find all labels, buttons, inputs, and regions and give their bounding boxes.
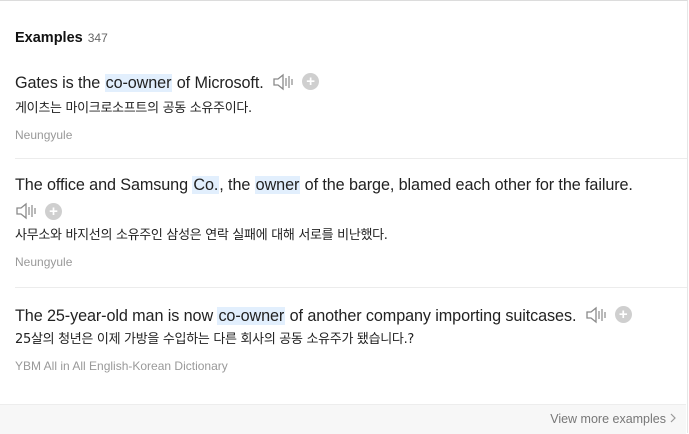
example-icons: + xyxy=(15,201,687,221)
chevron-right-icon xyxy=(670,412,676,426)
example-text: of Microsoft. xyxy=(172,74,264,92)
divider xyxy=(15,287,687,288)
highlight-term: owner xyxy=(254,176,301,194)
plus-icon[interactable]: + xyxy=(302,73,320,91)
view-more-label: View more examples xyxy=(550,412,666,426)
highlight-term: co-owner xyxy=(217,307,286,325)
example-korean: 사무소와 바지선의 소유주인 삼성은 연락 실패에 대해 서로를 비난했다. xyxy=(15,228,388,243)
example-source: Neungyule xyxy=(15,128,73,142)
highlight-term: co-owner xyxy=(104,74,173,92)
view-more-examples-link[interactable]: View more examples xyxy=(550,412,676,426)
example-item: Gates is the co-owner of Microsoft. + 게이… xyxy=(15,72,687,143)
example-text: , the xyxy=(219,176,255,194)
example-item: The office and Samsung Co., the owner of… xyxy=(15,174,687,270)
example-text: of another company importing suitcases. xyxy=(285,307,577,325)
examples-header: Examples 347 xyxy=(15,30,108,46)
speaker-icon[interactable] xyxy=(272,72,296,92)
example-text: of the barge, blamed each other for the … xyxy=(300,176,633,194)
example-source: Neungyule xyxy=(15,255,73,269)
example-english: Gates is the co-owner of Microsoft. + xyxy=(15,72,687,94)
examples-count: 347 xyxy=(87,31,108,45)
example-text: The office and Samsung xyxy=(15,176,193,194)
example-english: The office and Samsung Co., the owner of… xyxy=(15,174,687,196)
highlight-term: Co. xyxy=(192,176,220,194)
example-item: The 25-year-old man is now co-owner of a… xyxy=(15,305,687,374)
example-text: Gates is the xyxy=(15,74,105,92)
examples-title: Examples xyxy=(15,30,83,46)
divider xyxy=(15,158,687,159)
plus-icon[interactable]: + xyxy=(614,306,632,324)
example-korean: 게이츠는 마이크로소프트의 공동 소유주이다. xyxy=(15,101,252,116)
plus-icon[interactable]: + xyxy=(45,202,62,220)
speaker-icon[interactable] xyxy=(585,305,609,325)
example-text: The 25-year-old man is now xyxy=(15,307,218,325)
examples-footer: View more examples xyxy=(0,404,686,434)
example-korean: 25살의 청년은 이제 가방을 수입하는 다른 회사의 공동 소유주가 됐습니다… xyxy=(15,332,415,347)
examples-panel: Examples 347 Gates is the co-owner of Mi… xyxy=(0,0,688,434)
example-source: YBM All in All English-Korean Dictionary xyxy=(15,359,228,373)
speaker-icon[interactable] xyxy=(15,201,39,221)
example-english: The 25-year-old man is now co-owner of a… xyxy=(15,305,687,327)
